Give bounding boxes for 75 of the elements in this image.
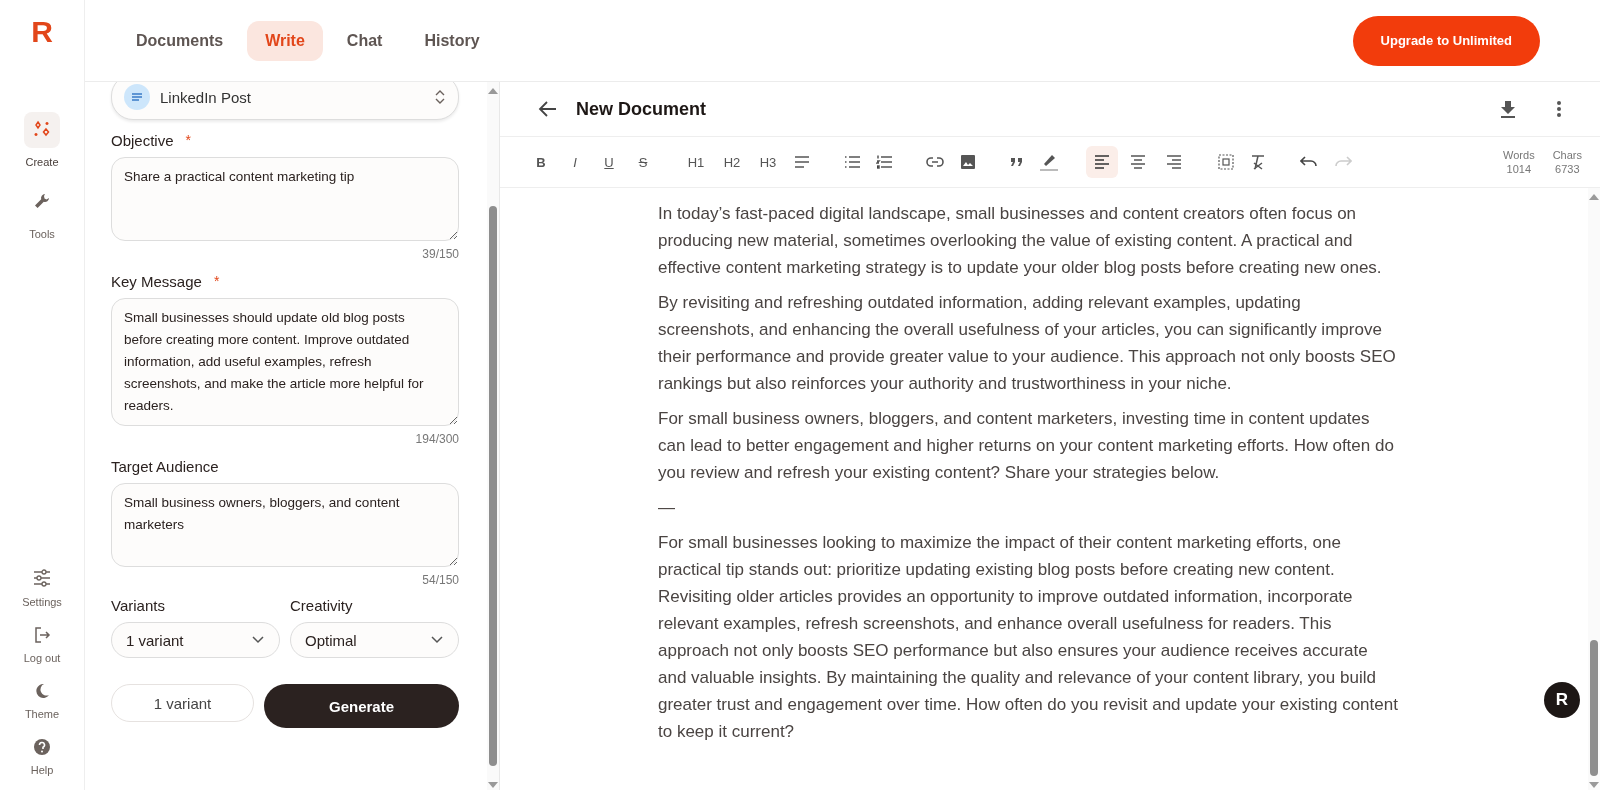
paragraph: —: [658, 497, 676, 519]
required-mark: *: [185, 132, 191, 149]
text-area[interactable]: Small business owners, bloggers, and content marketers: [111, 483, 459, 567]
generate-button[interactable]: Generate: [264, 684, 459, 728]
heading-button[interactable]: H3: [752, 147, 784, 177]
character-counter: 39/150: [422, 247, 459, 261]
align-left-icon: [1094, 155, 1110, 169]
text-area[interactable]: Small businesses should update old blog posts before creating more content. Improve outdated information, add useful examples, refresh screenshots, and make the article more helpful for readers.: [111, 298, 459, 426]
format-button[interactable]: U: [594, 147, 624, 177]
stat-value: 6733: [1555, 162, 1580, 176]
field-label: Variants: [111, 597, 166, 614]
download-icon[interactable]: [1500, 100, 1516, 118]
moon-icon[interactable]: [33, 682, 51, 700]
chevron-down-icon: [251, 635, 265, 645]
select-all-icon[interactable]: [1218, 154, 1234, 170]
rail-label: Settings: [22, 596, 62, 608]
stat-label: Words: [1503, 148, 1535, 162]
rail-button[interactable]: [24, 112, 60, 148]
clear-format-icon[interactable]: [1250, 154, 1266, 170]
highlighter-icon[interactable]: [1040, 152, 1058, 172]
rail-label: Theme: [24, 708, 60, 720]
rail-label: Create: [25, 156, 59, 168]
assistant-button[interactable]: R: [1544, 682, 1580, 718]
numbered-list-icon[interactable]: [876, 155, 892, 169]
align-button[interactable]: [1086, 146, 1118, 178]
scrollbar[interactable]: [1588, 188, 1600, 790]
quote-icon[interactable]: [1010, 157, 1024, 167]
align-center-icon: [1130, 155, 1146, 169]
rail-label: Help: [30, 764, 54, 776]
format-button[interactable]: B: [526, 147, 556, 177]
upgrade-button[interactable]: Upgrade to Unlimited: [1352, 15, 1540, 66]
image-icon[interactable]: [960, 154, 976, 170]
link-icon[interactable]: [926, 157, 944, 167]
rail-label: Tools: [29, 228, 55, 240]
character-counter: 194/300: [415, 432, 459, 446]
rail-label: Log out: [23, 652, 61, 664]
chevron-updown-icon: [434, 89, 446, 105]
field-label: Objective: [111, 132, 174, 149]
paragraph: For small business owners, bloggers, and content marketers, investing time in content updates can lead to better engagement and higher returns on your content marketing efforts. How often do you review and refresh your existing content? Share your strategies below.: [658, 408, 1395, 484]
nav-tab[interactable]: Documents: [118, 20, 242, 61]
nav-tab[interactable]: Chat: [328, 20, 401, 61]
undo-icon[interactable]: [1300, 156, 1318, 168]
paragraph: For small businesses looking to maximize the impact of their content marketing efforts, one practical tip stands out: prioritize updating existing blog posts before creating new content. Revisiting older articles provides an opportunity to improve outdated information, incorporate relevant examples, refresh screenshots, and enhance overall usefulness for readers. This approach not only boosts SEO performance but also ensures your audience receives accurate and valuable insights. By maintaining the quality and relevance of your content library, you build greater trust and engagement over time. How often do you revisit and update your existing content to keep it current?: [658, 532, 1398, 743]
document-icon: [124, 84, 150, 110]
format-button[interactable]: I: [560, 147, 590, 177]
field-label: Creativity: [290, 597, 354, 614]
help-icon[interactable]: [33, 738, 51, 756]
text-area[interactable]: Share a practical content marketing tip: [111, 157, 459, 241]
paragraph: By revisiting and refreshing outdated information, adding relevant examples, updating screenshots, and enhancing the overall usefulness of your articles, you can significantly improve their performance and provide greater value to your audience. This approach not only boosts SEO rankings but also reinforces your authority and trustworthiness in your niche.: [658, 292, 1397, 395]
back-arrow-icon[interactable]: [538, 100, 558, 118]
nav-tab[interactable]: History: [406, 20, 498, 61]
heading-button[interactable]: H2: [716, 147, 748, 177]
stat-value: 1014: [1506, 162, 1532, 176]
align-right-icon: [1166, 155, 1182, 169]
variant-button[interactable]: 1 variant: [111, 684, 254, 722]
document-title: New Document: [576, 98, 707, 120]
logo[interactable]: R: [31, 14, 53, 50]
character-counter: 54/150: [422, 573, 459, 587]
paragraph: In today’s fast-paced digital landscape, small businesses and content creators often focus on producing new material, sometimes overlooking the value of existing content. A practical and effective content marketing strategy is to update your older blog posts before creating new ones.: [658, 203, 1383, 279]
stat-label: Chars: [1552, 148, 1582, 162]
scrollbar[interactable]: [487, 82, 499, 790]
field-label: Key Message: [111, 273, 202, 290]
field-label: Target Audience: [111, 458, 219, 475]
chevron-down-icon: [430, 635, 444, 645]
required-mark: *: [213, 273, 220, 290]
variants-dropdown[interactable]: 1 variant: [111, 622, 280, 658]
sliders-icon[interactable]: [32, 568, 52, 588]
more-options-icon[interactable]: [1556, 100, 1562, 118]
logout-icon[interactable]: [33, 626, 51, 644]
format-button[interactable]: S: [628, 147, 658, 177]
heading-button[interactable]: H1: [680, 147, 712, 177]
bullet-list-icon[interactable]: [844, 155, 860, 169]
creativity-dropdown[interactable]: Optimal: [290, 622, 459, 658]
paragraph-icon[interactable]: [794, 155, 810, 169]
post-type-select[interactable]: LinkedIn Post: [111, 82, 459, 120]
